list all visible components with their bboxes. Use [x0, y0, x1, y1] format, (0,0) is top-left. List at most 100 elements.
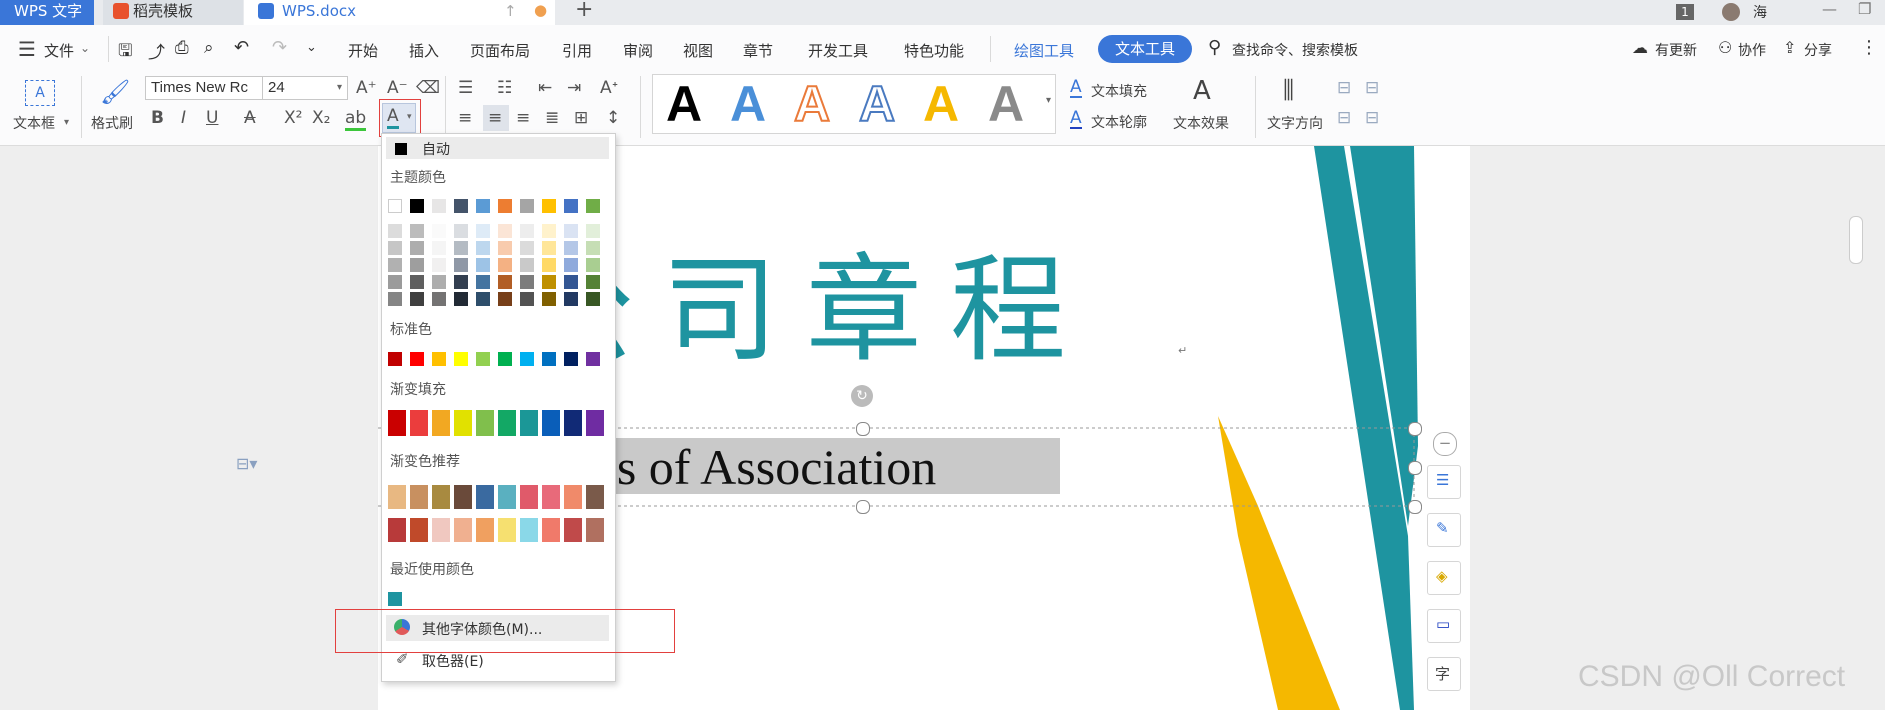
gradient-recommend-swatch[interactable]	[476, 485, 494, 509]
gradient-fill-swatch[interactable]	[542, 410, 560, 436]
gradient-recommend-swatch[interactable]	[388, 485, 406, 509]
standard-color-swatch[interactable]	[410, 352, 424, 366]
menu-file[interactable]: 文件	[44, 40, 74, 61]
theme-color-swatch[interactable]	[410, 199, 424, 213]
menu-features[interactable]: 特色功能	[904, 40, 964, 61]
theme-shade-swatch[interactable]	[542, 258, 556, 272]
standard-color-swatch[interactable]	[520, 352, 534, 366]
save-icon[interactable]: 🖫	[118, 38, 132, 67]
hamburger-icon[interactable]: ☰	[18, 37, 36, 61]
gradient-recommend-swatch[interactable]	[586, 518, 604, 542]
theme-shade-swatch[interactable]	[520, 241, 534, 255]
avatar[interactable]	[1722, 3, 1740, 21]
theme-shade-swatch[interactable]	[498, 292, 512, 306]
share-button[interactable]: 分享	[1804, 40, 1832, 60]
resize-handle-right[interactable]	[1408, 461, 1422, 475]
theme-shade-swatch[interactable]	[454, 292, 468, 306]
menu-view[interactable]: 视图	[683, 40, 713, 61]
restore-icon[interactable]: ❐	[1858, 0, 1871, 18]
gradient-recommend-swatch[interactable]	[476, 518, 494, 542]
standard-color-swatch[interactable]	[542, 352, 556, 366]
new-tab-icon[interactable]: +	[575, 0, 593, 22]
gradient-fill-swatch[interactable]	[432, 410, 450, 436]
more-dropdown-icon[interactable]: ⌄	[306, 40, 317, 55]
text-case-icon[interactable]: Aᐩ	[600, 78, 618, 98]
textbox-button[interactable]: 文本框	[13, 113, 55, 133]
align-center-button[interactable]: ≡	[483, 105, 509, 131]
standard-color-swatch[interactable]	[586, 352, 600, 366]
gradient-recommend-swatch[interactable]	[520, 485, 538, 509]
theme-shade-swatch[interactable]	[476, 224, 490, 238]
theme-shade-swatch[interactable]	[388, 258, 402, 272]
text-effect-icon[interactable]: A	[1193, 76, 1211, 106]
export-icon[interactable]: ⤴	[148, 38, 165, 63]
gradient-fill-swatch[interactable]	[564, 410, 582, 436]
wordart-style-blue-outline[interactable]: A	[858, 75, 896, 133]
gradient-recommend-swatch[interactable]	[564, 485, 582, 509]
menu-chapter[interactable]: 章节	[743, 40, 773, 61]
theme-shade-swatch[interactable]	[388, 224, 402, 238]
line-spacing-icon[interactable]: ↕	[606, 108, 620, 128]
textbox-icon[interactable]: A	[25, 80, 55, 106]
standard-color-swatch[interactable]	[388, 352, 402, 366]
gradient-fill-swatch[interactable]	[388, 410, 406, 436]
theme-shade-swatch[interactable]	[564, 275, 578, 289]
print-preview-icon[interactable]: ⌕	[204, 38, 214, 58]
theme-shade-swatch[interactable]	[564, 241, 578, 255]
theme-shade-swatch[interactable]	[542, 275, 556, 289]
border-button[interactable]: ▭	[1427, 609, 1461, 643]
theme-shade-swatch[interactable]	[498, 258, 512, 272]
theme-shade-swatch[interactable]	[454, 275, 468, 289]
minimize-icon[interactable]: —	[1822, 0, 1837, 18]
underline-icon[interactable]: U	[206, 108, 218, 128]
gradient-recommend-swatch[interactable]	[498, 485, 516, 509]
collab-button[interactable]: 协作	[1738, 40, 1766, 60]
search-command[interactable]: 查找命令、搜索模板	[1232, 40, 1358, 60]
theme-color-swatch[interactable]	[388, 199, 402, 213]
theme-shade-swatch[interactable]	[564, 224, 578, 238]
theme-shade-swatch[interactable]	[388, 292, 402, 306]
tab-document[interactable]: WPS.docx ↑ ●	[244, 0, 555, 25]
textbox-wrap-icon[interactable]: ⊟	[1337, 108, 1351, 128]
textbox-break-icon[interactable]: ⊟	[1365, 108, 1379, 128]
page-layout-icon[interactable]: ⊟▾	[236, 454, 257, 473]
font-name-select[interactable]: Times New Rc	[145, 76, 263, 100]
theme-shade-swatch[interactable]	[586, 224, 600, 238]
theme-shade-swatch[interactable]	[542, 224, 556, 238]
fill-button[interactable]: ◈	[1427, 561, 1461, 595]
theme-shade-swatch[interactable]	[520, 275, 534, 289]
gradient-recommend-swatch[interactable]	[432, 518, 450, 542]
menu-review[interactable]: 审阅	[623, 40, 653, 61]
theme-shade-swatch[interactable]	[564, 258, 578, 272]
theme-shade-swatch[interactable]	[432, 292, 446, 306]
theme-shade-swatch[interactable]	[564, 292, 578, 306]
theme-shade-swatch[interactable]	[498, 275, 512, 289]
highlight-icon[interactable]: ab	[345, 108, 367, 131]
bold-icon[interactable]: B	[151, 108, 164, 128]
text-outline-button[interactable]: 文本轮廓	[1091, 112, 1147, 132]
standard-color-swatch[interactable]	[432, 352, 446, 366]
subscript-icon[interactable]: X₂	[312, 108, 330, 128]
menu-references[interactable]: 引用	[562, 40, 592, 61]
gradient-recommend-swatch[interactable]	[454, 485, 472, 509]
gradient-fill-swatch[interactable]	[586, 410, 604, 436]
resize-handle-bottom-right[interactable]	[1408, 500, 1422, 514]
gallery-more-icon[interactable]: ▾	[1046, 95, 1051, 106]
text-fill-button[interactable]: 文本填充	[1091, 81, 1147, 101]
auto-color-item[interactable]: 自动	[386, 137, 609, 159]
gradient-recommend-swatch[interactable]	[410, 485, 428, 509]
outdent-icon[interactable]: ⇤	[538, 78, 552, 98]
theme-shade-swatch[interactable]	[476, 241, 490, 255]
menu-insert[interactable]: 插入	[409, 40, 439, 61]
theme-color-swatch[interactable]	[564, 199, 578, 213]
theme-shade-swatch[interactable]	[454, 258, 468, 272]
theme-shade-swatch[interactable]	[476, 292, 490, 306]
menu-drawing-tools[interactable]: 绘图工具	[1014, 40, 1074, 61]
gradient-recommend-swatch[interactable]	[542, 518, 560, 542]
increase-font-icon[interactable]: A⁺	[356, 78, 377, 98]
align-left-icon[interactable]: ≡	[458, 108, 472, 128]
print-icon[interactable]: ⎙	[175, 38, 189, 58]
theme-color-swatch[interactable]	[454, 199, 468, 213]
gradient-recommend-swatch[interactable]	[410, 518, 428, 542]
theme-shade-swatch[interactable]	[410, 224, 424, 238]
